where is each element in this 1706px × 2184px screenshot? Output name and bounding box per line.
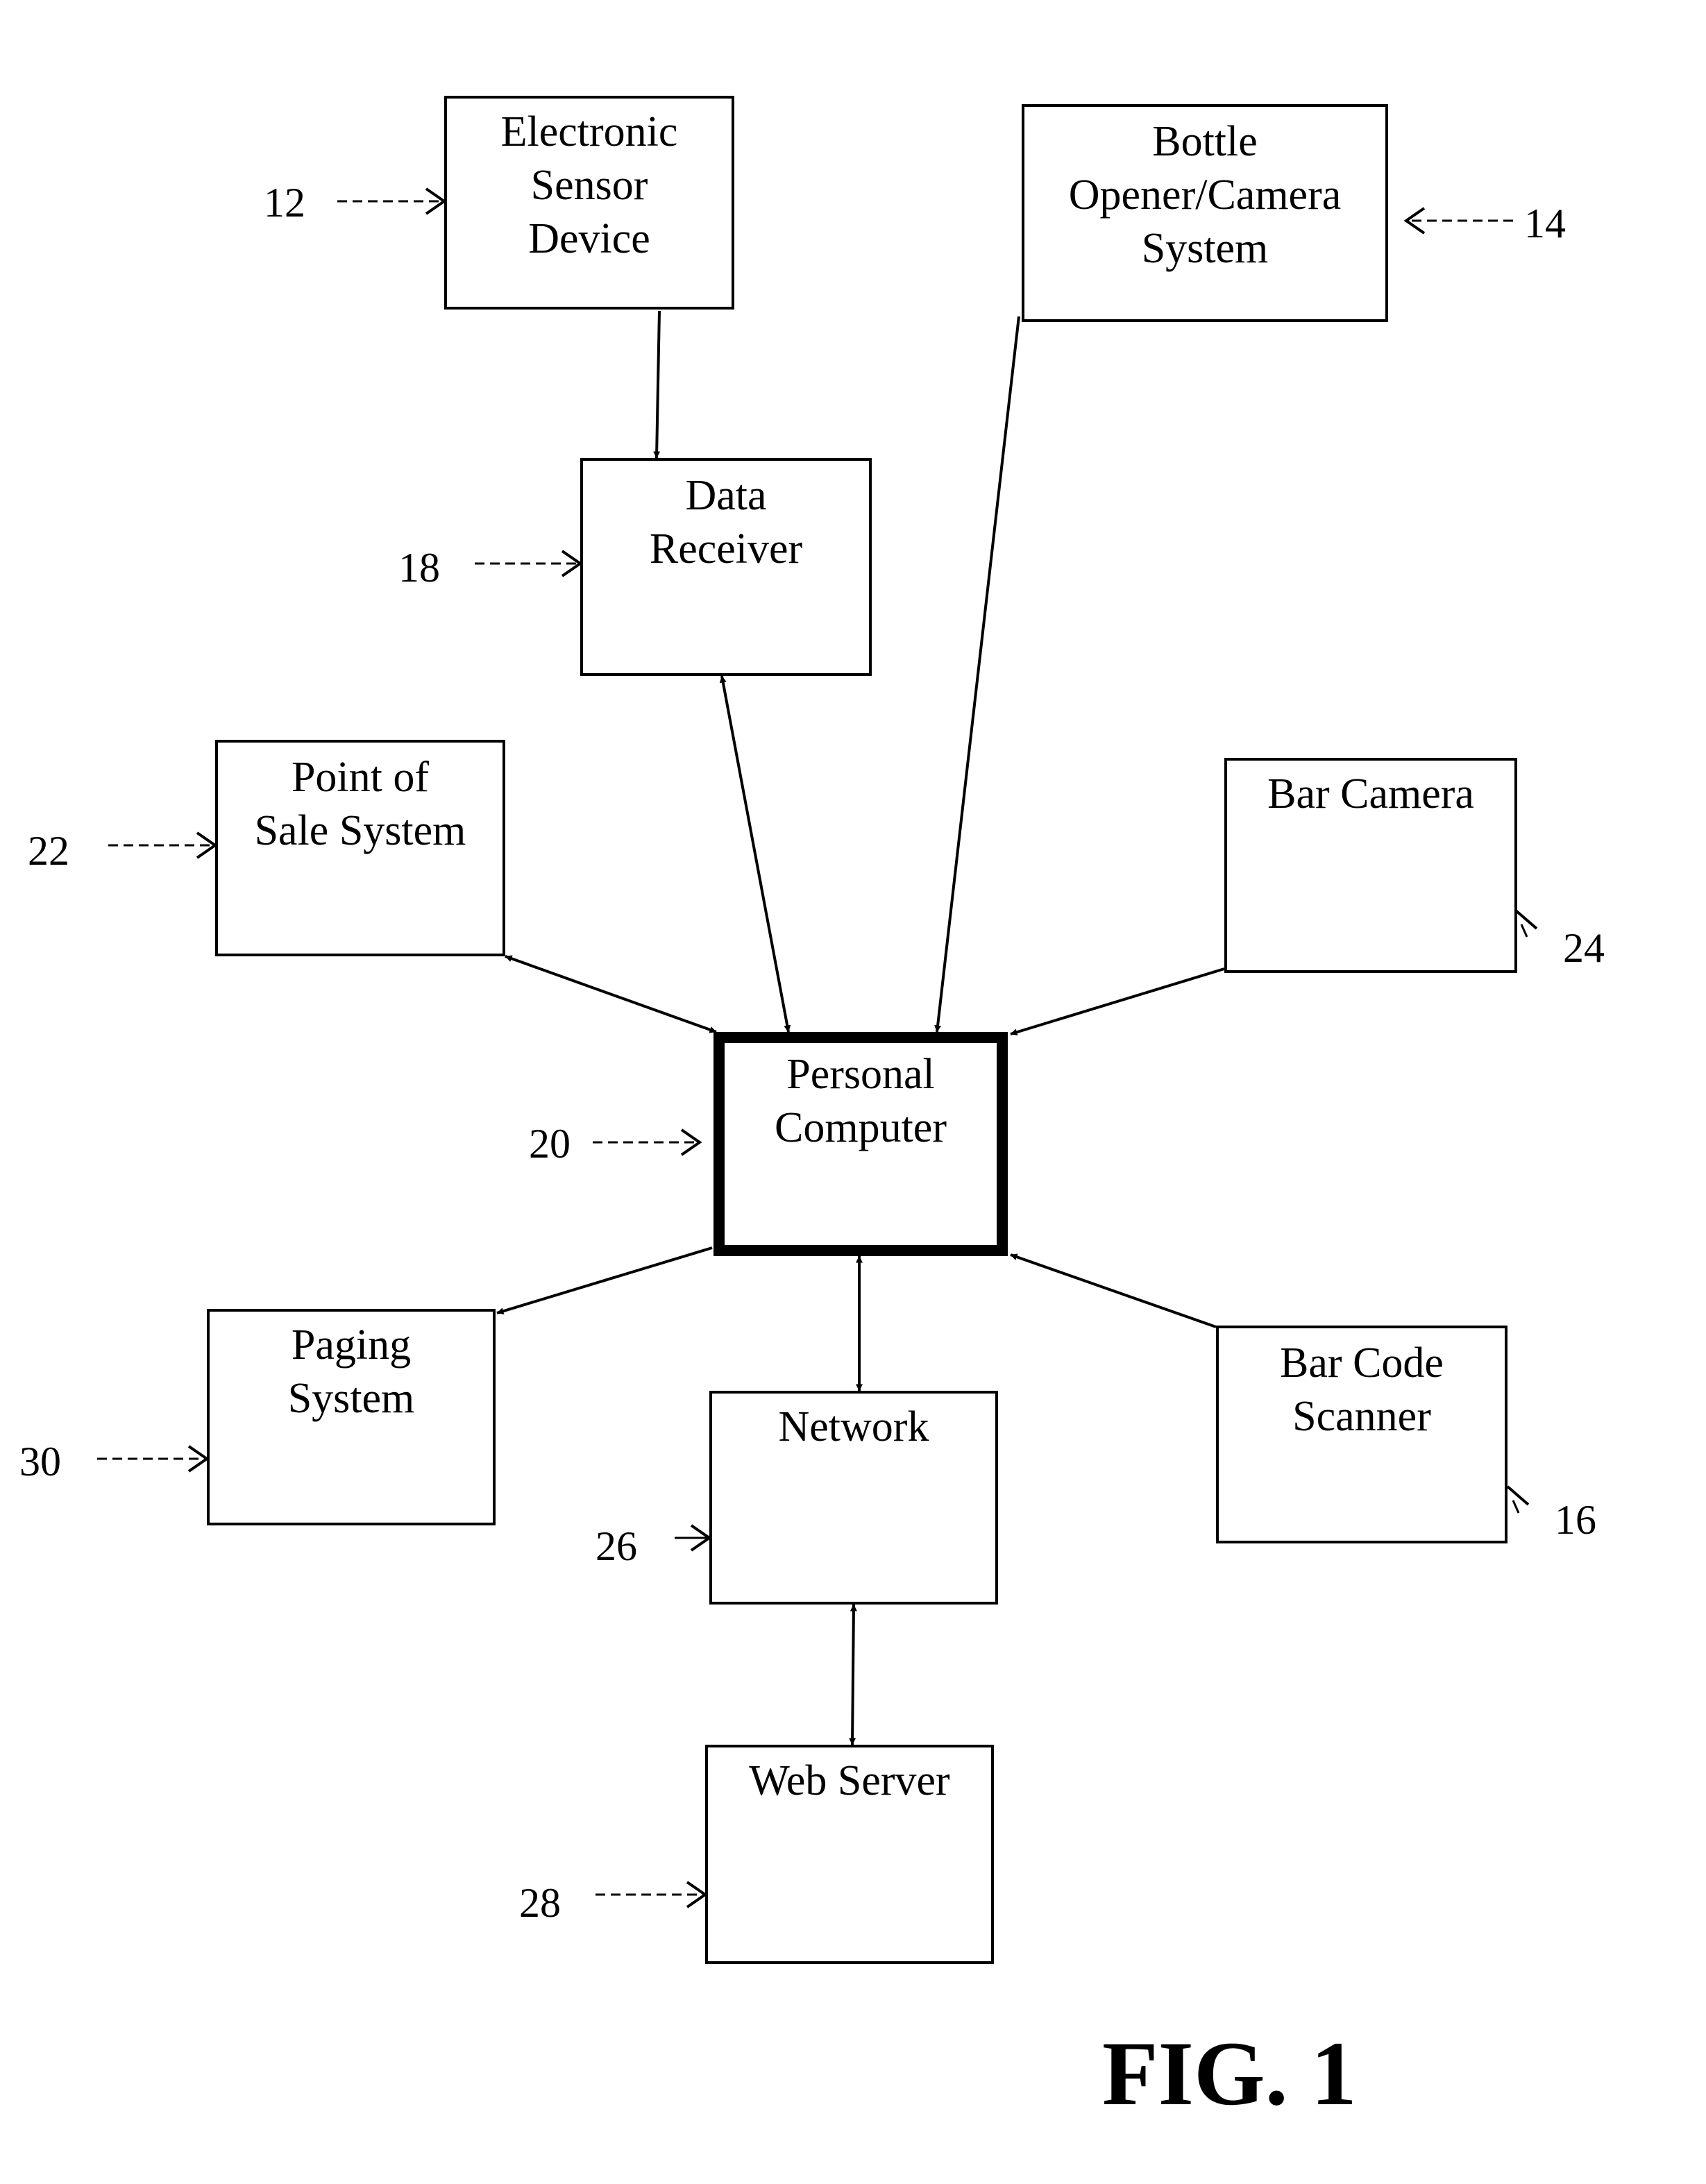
- node-personal-computer: Personal Computer: [713, 1032, 1008, 1256]
- reference-numeral: 18: [398, 545, 440, 591]
- reference-30: 30: [19, 1439, 210, 1484]
- node-label-line: System: [288, 1375, 415, 1422]
- connection-arrow-network-to-web-server: [849, 1604, 857, 1745]
- reference-18: 18: [398, 545, 583, 591]
- node-label-line: System: [1142, 225, 1269, 272]
- connection-arrow-bar-camera-to-personal-computer: [1010, 967, 1225, 1036]
- figure-title: FIG. 1: [1102, 2022, 1357, 2124]
- reference-numeral: 24: [1563, 925, 1605, 971]
- node-label-line: Bar Code: [1280, 1339, 1444, 1387]
- reference-26: 26: [596, 1523, 712, 1569]
- reference-numeral: 12: [264, 180, 305, 226]
- reference-24: 24: [1514, 909, 1605, 971]
- reference-leader-tick: [1512, 1500, 1520, 1514]
- reference-leader-line: [1514, 909, 1538, 930]
- reference-numeral: 20: [529, 1121, 571, 1167]
- node-web-server: Web Server: [705, 1745, 994, 1964]
- connection-arrow-bottle-opener-camera-system-to-personal-computer: [934, 316, 1020, 1033]
- node-label-line: Opener/Camera: [1069, 171, 1341, 219]
- node-bar-code-scanner: Bar Code Scanner: [1216, 1326, 1507, 1543]
- node-bottle-opener-camera-system: Bottle Opener/Camera System: [1022, 104, 1388, 322]
- node-network: Network: [709, 1391, 998, 1605]
- node-label-line: Paging: [292, 1321, 411, 1369]
- node-label-line: Receiver: [650, 525, 803, 573]
- reference-22: 22: [28, 828, 218, 874]
- reference-16: 16: [1506, 1485, 1596, 1543]
- reference-numeral: 26: [596, 1523, 637, 1569]
- node-data-receiver: Data Receiver: [580, 458, 872, 676]
- node-label-line: Point of: [292, 754, 429, 801]
- reference-numeral: 14: [1524, 201, 1566, 246]
- reference-leader-line: [1506, 1485, 1530, 1506]
- connection-arrow-personal-computer-to-paging-system: [496, 1246, 713, 1315]
- reference-28: 28: [519, 1880, 708, 1926]
- reference-12: 12: [264, 180, 447, 226]
- reference-numeral: 30: [19, 1439, 61, 1484]
- connection-arrow-bar-code-scanner-to-personal-computer: [1010, 1253, 1217, 1328]
- node-label-line: Network: [779, 1403, 929, 1450]
- reference-20: 20: [529, 1121, 702, 1167]
- node-point-of-sale-system: Point of Sale System: [215, 740, 505, 956]
- reference-numeral: 28: [519, 1880, 561, 1926]
- reference-numeral: 22: [28, 828, 69, 874]
- node-label-line: Device: [528, 215, 650, 262]
- node-bar-camera: Bar Camera: [1224, 758, 1517, 973]
- node-label-line: Sensor: [531, 162, 648, 209]
- node-paging-system: Paging System: [207, 1309, 496, 1525]
- node-label-line: Data: [685, 472, 766, 519]
- block-diagram: Electronic Sensor Device Bottle Opener/Camer…: [19, 96, 1605, 2124]
- node-label-line: Bar Camera: [1267, 770, 1474, 818]
- node-layer: Electronic Sensor Device Bottle Opener/Camer…: [207, 96, 1517, 1964]
- node-label-line: Web Server: [749, 1757, 950, 1804]
- node-label-line: Scanner: [1292, 1393, 1431, 1440]
- node-label-line: Computer: [775, 1104, 947, 1151]
- node-label-line: Bottle: [1152, 118, 1258, 165]
- connection-arrow-data-receiver-to-personal-computer: [719, 675, 791, 1033]
- connection-arrow-electronic-sensor-device-to-data-receiver: [653, 310, 661, 459]
- node-label-line: Personal: [786, 1051, 935, 1098]
- node-label-line: Electronic: [501, 108, 678, 155]
- reference-leader-tick: [1520, 924, 1528, 938]
- node-label-line: Sale System: [255, 807, 466, 854]
- reference-14: 14: [1403, 201, 1566, 246]
- reference-numeral: 16: [1555, 1497, 1596, 1543]
- node-electronic-sensor-device: Electronic Sensor Device: [444, 96, 734, 310]
- connection-arrow-point-of-sale-system-to-personal-computer: [505, 955, 717, 1033]
